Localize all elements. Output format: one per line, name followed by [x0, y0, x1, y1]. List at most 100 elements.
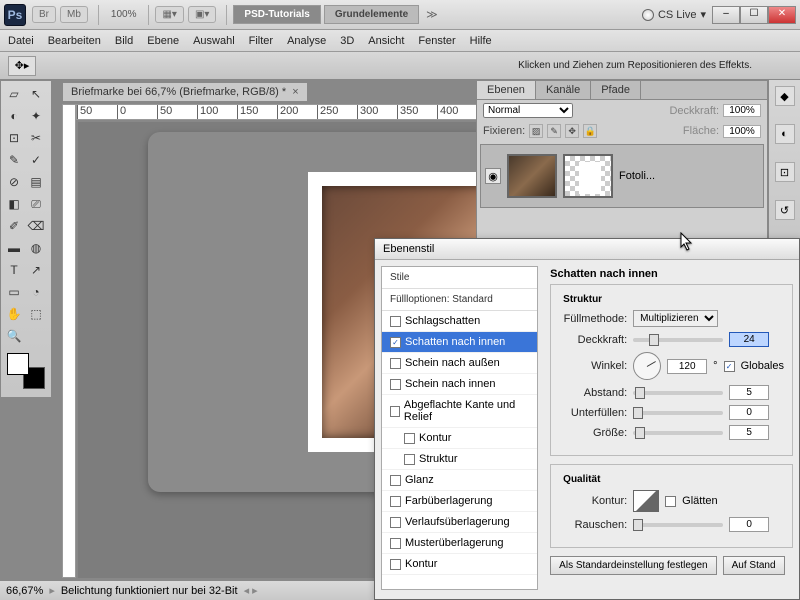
arrange-button[interactable]: ▦▾ — [155, 6, 183, 23]
lock-all-icon[interactable]: 🔒 — [583, 124, 597, 138]
dialog-title[interactable]: Ebenenstil — [375, 239, 799, 260]
size-value[interactable] — [729, 425, 769, 440]
tool-marquee[interactable]: ▱ — [3, 83, 25, 105]
effect-checkbox[interactable] — [390, 517, 401, 528]
effect-item[interactable]: Abgeflachte Kante und Relief — [382, 395, 537, 428]
effect-item[interactable]: ✓Schatten nach innen — [382, 332, 537, 353]
tab-pfade[interactable]: Pfade — [591, 81, 641, 99]
menu-hilfe[interactable]: Hilfe — [470, 35, 492, 47]
effect-checkbox[interactable] — [390, 358, 401, 369]
lock-position-icon[interactable]: ✥ — [565, 124, 579, 138]
effect-checkbox[interactable] — [390, 406, 400, 417]
workspace-tab[interactable]: Grundelemente — [324, 5, 419, 24]
adjustments-icon[interactable]: ◐ — [775, 124, 795, 144]
noise-slider[interactable] — [633, 523, 723, 527]
tool-crop[interactable]: ⊡ — [3, 127, 25, 149]
color-swatches[interactable] — [7, 353, 45, 389]
make-default-button[interactable]: Als Standardeinstellung festlegen — [550, 556, 716, 575]
styles-header[interactable]: Stile — [382, 267, 537, 289]
effect-item[interactable]: Kontur — [382, 428, 537, 449]
lock-pixels-icon[interactable]: ✎ — [547, 124, 561, 138]
angle-value[interactable] — [667, 359, 707, 374]
noise-value[interactable] — [729, 517, 769, 532]
reset-default-button[interactable]: Auf Stand — [723, 556, 785, 575]
effect-item[interactable]: Verlaufsüberlagerung — [382, 512, 537, 533]
tool-pen[interactable]: ◍ — [25, 237, 47, 259]
maximize-button[interactable]: ☐ — [740, 6, 768, 24]
tool-path[interactable]: ↗ — [25, 259, 47, 281]
zoom-readout[interactable]: 100% — [111, 9, 137, 20]
tool-blur[interactable]: ⌫ — [25, 215, 47, 237]
menu-analyse[interactable]: Analyse — [287, 35, 326, 47]
tool-rotate[interactable]: ⬚ — [25, 303, 47, 325]
blendmode-select[interactable]: Multiplizieren — [633, 310, 718, 327]
fill-field[interactable] — [723, 125, 761, 138]
mask-thumbnail[interactable] — [563, 154, 613, 198]
tool-eyedropper[interactable]: ✎ — [3, 149, 25, 171]
tab-kanaele[interactable]: Kanäle — [536, 81, 591, 99]
bridge-button[interactable]: Br — [32, 6, 56, 23]
tool-dodge[interactable]: ▬ — [3, 237, 25, 259]
menu-ansicht[interactable]: Ansicht — [368, 35, 404, 47]
effect-item[interactable]: Farbüberlagerung — [382, 491, 537, 512]
tool-history[interactable]: ◧ — [3, 193, 25, 215]
history-icon[interactable]: ↺ — [775, 200, 795, 220]
size-slider[interactable] — [633, 431, 723, 435]
tool-slice[interactable]: ✂ — [25, 127, 47, 149]
menu-datei[interactable]: Datei — [8, 35, 34, 47]
tool-eraser[interactable]: ⎚ — [25, 193, 47, 215]
angle-dial[interactable] — [633, 352, 661, 380]
tool-move[interactable]: ↖ — [25, 83, 47, 105]
global-light-checkbox[interactable]: ✓ — [724, 361, 735, 372]
tool-stamp[interactable]: ▤ — [25, 171, 47, 193]
minibridge-button[interactable]: Mb — [60, 6, 88, 23]
effect-checkbox[interactable] — [390, 538, 401, 549]
antialias-checkbox[interactable] — [665, 496, 676, 507]
contour-picker[interactable] — [633, 490, 659, 512]
lock-transparent-icon[interactable]: ▨ — [529, 124, 543, 138]
effect-item[interactable]: Musterüberlagerung — [382, 533, 537, 554]
effect-item[interactable]: Schein nach innen — [382, 374, 537, 395]
styles-icon[interactable]: ⊡ — [775, 162, 795, 182]
opacity-slider[interactable] — [633, 338, 723, 342]
zoom-field[interactable]: 66,67% — [6, 585, 43, 597]
ruler-vertical[interactable] — [62, 104, 76, 578]
choke-slider[interactable] — [633, 411, 723, 415]
visibility-icon[interactable]: ◉ — [485, 168, 501, 184]
move-tool-icon[interactable]: ✥▸ — [8, 56, 36, 76]
tab-ebenen[interactable]: Ebenen — [477, 81, 536, 99]
chevron-right-icon[interactable]: ≫ — [426, 8, 438, 21]
foreground-swatch[interactable] — [7, 353, 29, 375]
effect-item[interactable]: Kontur — [382, 554, 537, 575]
swatches-icon[interactable]: ◆ — [775, 86, 795, 106]
effect-checkbox[interactable] — [390, 316, 401, 327]
tool-heal[interactable]: ✓ — [25, 149, 47, 171]
opacity-value[interactable] — [729, 332, 769, 347]
distance-value[interactable] — [729, 385, 769, 400]
tool-type[interactable]: T — [3, 259, 25, 281]
close-icon[interactable]: × — [292, 86, 298, 98]
tool-lasso[interactable]: ◐ — [3, 105, 25, 127]
choke-value[interactable] — [729, 405, 769, 420]
effect-checkbox[interactable] — [404, 454, 415, 465]
tool-zoom[interactable]: 🔍 — [3, 325, 25, 347]
menu-auswahl[interactable]: Auswahl — [193, 35, 235, 47]
cslive-button[interactable]: CS Live▾ — [642, 8, 706, 21]
effect-item[interactable]: Struktur — [382, 449, 537, 470]
tool-hand[interactable]: ✋ — [3, 303, 25, 325]
menu-fenster[interactable]: Fenster — [418, 35, 455, 47]
menu-bild[interactable]: Bild — [115, 35, 133, 47]
menu-3d[interactable]: 3D — [340, 35, 354, 47]
workspace-tab-active[interactable]: PSD-Tutorials — [233, 5, 320, 24]
document-tab[interactable]: Briefmarke bei 66,7% (Briefmarke, RGB/8)… — [62, 82, 308, 102]
fill-options-header[interactable]: Füllloptionen: Standard — [382, 289, 537, 311]
layer-thumbnail[interactable] — [507, 154, 557, 198]
effect-item[interactable]: Schein nach außen — [382, 353, 537, 374]
effect-checkbox[interactable] — [390, 559, 401, 570]
screenmode-button[interactable]: ▣▾ — [188, 6, 216, 23]
close-button[interactable]: ✕ — [768, 6, 796, 24]
menu-ebene[interactable]: Ebene — [147, 35, 179, 47]
opacity-field[interactable] — [723, 104, 761, 117]
tool-gradient[interactable]: ✐ — [3, 215, 25, 237]
tool-brush[interactable]: ⊘ — [3, 171, 25, 193]
